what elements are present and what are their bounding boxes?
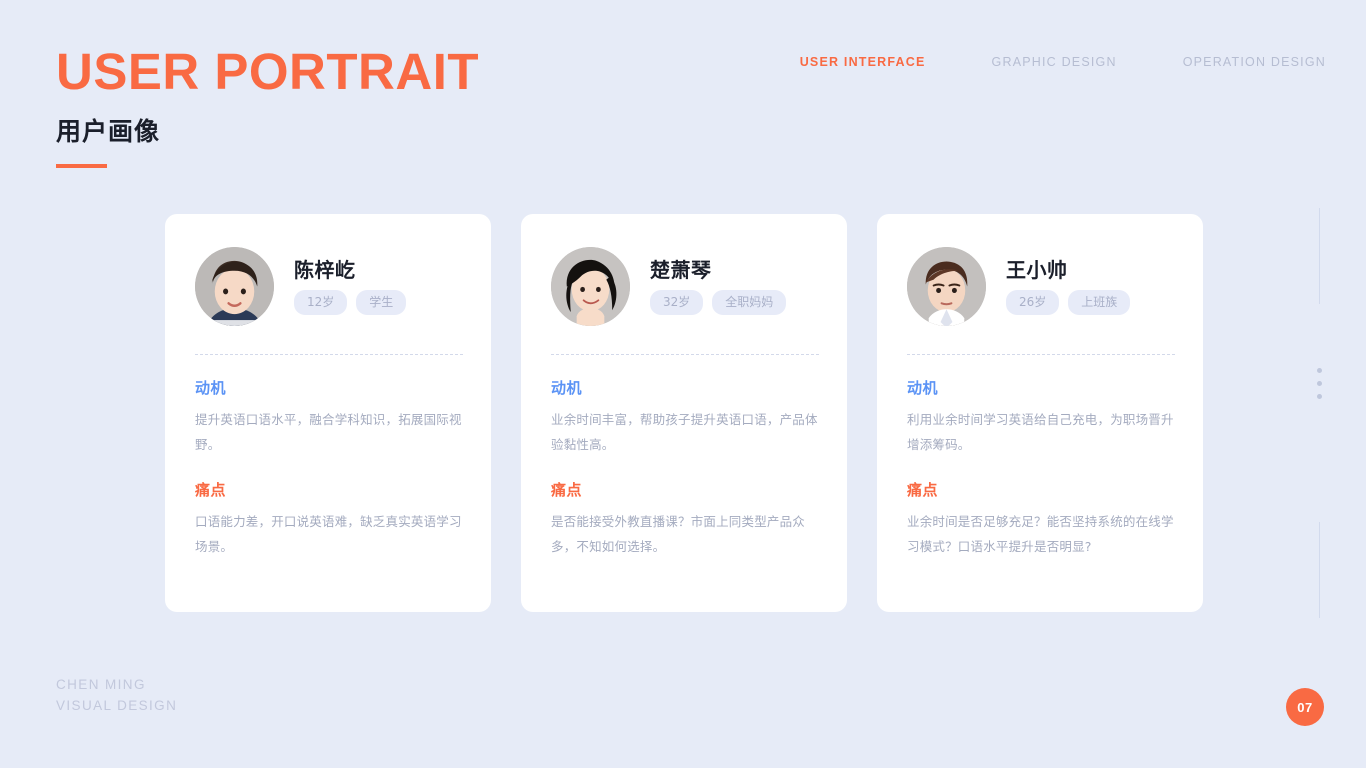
persona-tag-role: 学生 <box>356 289 407 315</box>
card-divider <box>551 354 819 355</box>
persona-card[interactable]: 陈梓屹 12岁 学生 动机 提升英语口语水平，融合学科知识，拓展国际视野。 痛点… <box>165 214 491 612</box>
motivation-text: 提升英语口语水平，融合学科知识，拓展国际视野。 <box>195 412 462 452</box>
persona-meta: 陈梓屹 12岁 学生 <box>294 257 407 315</box>
persona-name: 陈梓屹 <box>294 257 356 282</box>
motivation-section: 动机 业余时间丰富，帮助孩子提升英语口语，产品体验黏性高。 <box>551 381 819 457</box>
motivation-text: 业余时间丰富，帮助孩子提升英语口语，产品体验黏性高。 <box>551 412 818 452</box>
nav-item-operation-design[interactable]: OPERATION DESIGN <box>1183 55 1326 69</box>
painpoint-section: 痛点 是否能接受外教直播课？市面上同类型产品众多，不知如何选择。 <box>551 483 819 559</box>
painpoint-section: 痛点 口语能力差，开口说英语难，缺乏真实英语学习场景。 <box>195 483 463 559</box>
painpoint-text: 业余时间是否足够充足？能否坚持系统的在线学习模式？口语水平提升是否明显? <box>907 514 1174 554</box>
nav-item-graphic-design[interactable]: GRAPHIC DESIGN <box>992 55 1117 69</box>
page-title-en: USER PORTRAIT <box>56 43 480 100</box>
footer-credit-line1: CHEN MING <box>56 677 146 692</box>
rail-dot <box>1317 394 1322 399</box>
motivation-title: 动机 <box>907 379 939 397</box>
persona-card-header: 王小帅 26岁 上班族 <box>907 246 1175 326</box>
persona-card[interactable]: 楚萧琴 32岁 全职妈妈 动机 业余时间丰富，帮助孩子提升英语口语，产品体验黏性… <box>521 214 847 612</box>
motivation-title: 动机 <box>195 379 227 397</box>
nav-item-user-interface[interactable]: USER INTERFACE <box>800 55 926 69</box>
persona-tag-role: 全职妈妈 <box>712 289 787 315</box>
painpoint-title: 痛点 <box>195 481 227 499</box>
painpoint-text: 口语能力差，开口说英语难，缺乏真实英语学习场景。 <box>195 514 462 554</box>
rail-dot <box>1317 368 1322 373</box>
persona-tag-age: 12岁 <box>294 289 348 315</box>
page-title-cn: 用户画像 <box>56 117 161 146</box>
slide-header: USER PORTRAIT 用户画像 USER INTERFACE GRAPHI… <box>0 0 1366 190</box>
persona-meta: 王小帅 26岁 上班族 <box>1006 257 1131 315</box>
rail-dot <box>1317 381 1322 386</box>
footer-credit: CHEN MING VISUAL DESIGN <box>56 674 177 716</box>
painpoint-section: 痛点 业余时间是否足够充足？能否坚持系统的在线学习模式？口语水平提升是否明显? <box>907 483 1175 559</box>
persona-tag-age: 26岁 <box>1006 289 1060 315</box>
man-avatar <box>907 246 986 326</box>
title-block: USER PORTRAIT 用户画像 <box>56 46 479 168</box>
persona-card[interactable]: 王小帅 26岁 上班族 动机 利用业余时间学习英语给自己充电，为职场晋升增添筹码… <box>877 214 1203 612</box>
motivation-section: 动机 提升英语口语水平，融合学科知识，拓展国际视野。 <box>195 381 463 457</box>
persona-card-header: 陈梓屹 12岁 学生 <box>195 246 463 326</box>
top-nav: USER INTERFACE GRAPHIC DESIGN OPERATION … <box>800 55 1326 69</box>
painpoint-title: 痛点 <box>551 481 583 499</box>
card-divider <box>907 354 1175 355</box>
card-divider <box>195 354 463 355</box>
persona-name: 楚萧琴 <box>650 257 712 282</box>
right-rail-decoration <box>1317 208 1322 618</box>
persona-tags: 32岁 全职妈妈 <box>650 289 787 315</box>
motivation-text: 利用业余时间学习英语给自己充电，为职场晋升增添筹码。 <box>907 412 1174 452</box>
footer-credit-line2: VISUAL DESIGN <box>56 698 178 713</box>
rail-line-top <box>1319 208 1320 304</box>
rail-line-bottom <box>1319 522 1320 618</box>
page-number-badge: 07 <box>1286 688 1324 726</box>
persona-name: 王小帅 <box>1006 257 1068 282</box>
persona-tags: 12岁 学生 <box>294 289 407 315</box>
persona-cards-row: 陈梓屹 12岁 学生 动机 提升英语口语水平，融合学科知识，拓展国际视野。 痛点… <box>165 214 1203 612</box>
painpoint-title: 痛点 <box>907 481 939 499</box>
motivation-title: 动机 <box>551 379 583 397</box>
persona-tags: 26岁 上班族 <box>1006 289 1131 315</box>
persona-tag-age: 32岁 <box>650 289 704 315</box>
persona-tag-role: 上班族 <box>1068 289 1131 315</box>
woman-avatar <box>551 246 630 326</box>
title-underline-rule <box>56 164 107 168</box>
painpoint-text: 是否能接受外教直播课？市面上同类型产品众多，不知如何选择。 <box>551 514 806 554</box>
persona-card-header: 楚萧琴 32岁 全职妈妈 <box>551 246 819 326</box>
motivation-section: 动机 利用业余时间学习英语给自己充电，为职场晋升增添筹码。 <box>907 381 1175 457</box>
persona-meta: 楚萧琴 32岁 全职妈妈 <box>650 257 787 315</box>
rail-dots <box>1317 368 1322 399</box>
boy-avatar <box>195 246 274 326</box>
